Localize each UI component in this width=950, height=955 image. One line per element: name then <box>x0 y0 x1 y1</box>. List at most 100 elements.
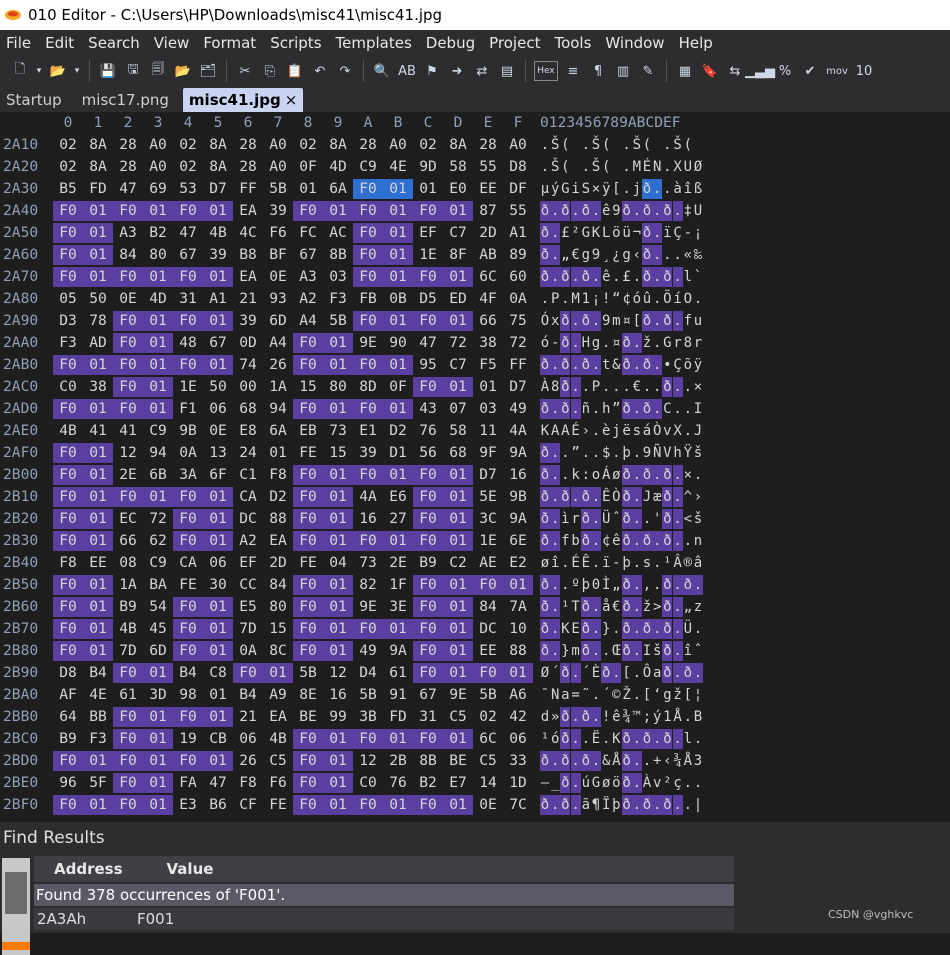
hex-byte[interactable]: 16 <box>503 465 533 485</box>
text-char[interactable]: . <box>672 795 683 815</box>
hex-byte[interactable]: 01 <box>83 597 113 617</box>
text-char[interactable]: ï <box>662 223 672 243</box>
hex-byte[interactable]: 01 <box>443 795 473 815</box>
text-char[interactable]: æ <box>652 487 662 507</box>
hex-byte[interactable]: E2 <box>503 553 533 573</box>
text-char[interactable]: ð <box>621 201 632 221</box>
text-char[interactable]: ð <box>682 575 693 595</box>
hex-byte[interactable]: 9A <box>503 443 533 463</box>
text-char[interactable] <box>611 157 621 177</box>
text-char[interactable]: ˆ <box>693 641 703 661</box>
text-char[interactable]: 9 <box>642 443 652 463</box>
hex-byte[interactable]: 30 <box>203 575 233 595</box>
text-char[interactable]: t <box>601 355 611 375</box>
hex-byte[interactable]: CB <box>203 729 233 749</box>
text-char[interactable]: . <box>672 663 683 683</box>
text-char[interactable]: . <box>591 707 601 727</box>
text-char[interactable]: . <box>693 575 703 595</box>
hex-byte[interactable]: 11 <box>473 421 503 441</box>
hex-byte[interactable]: 55 <box>503 201 533 221</box>
hex-byte[interactable]: F8 <box>263 465 293 485</box>
template-icon[interactable]: ▤ <box>497 61 517 81</box>
hex-byte[interactable]: 02 <box>53 135 83 155</box>
text-char[interactable]: ð <box>662 267 673 287</box>
hex-byte[interactable]: F0 <box>413 311 443 331</box>
hex-byte[interactable]: 01 <box>383 223 413 243</box>
text-char[interactable]: o <box>591 465 601 485</box>
open-multiple-icon[interactable]: 🗂 <box>198 61 218 81</box>
text-char[interactable]: l <box>683 729 693 749</box>
text-char[interactable]: ² <box>571 223 581 243</box>
hex-byte[interactable]: 01 <box>203 531 233 551</box>
hex-byte[interactable]: 80 <box>323 377 353 397</box>
hex-byte[interactable]: F0 <box>113 377 143 397</box>
hex-byte[interactable]: 01 <box>143 201 173 221</box>
hex-byte[interactable]: 72 <box>143 509 173 529</box>
text-char[interactable]: – <box>540 773 550 793</box>
hex-byte[interactable]: F0 <box>293 487 323 507</box>
hex-byte[interactable]: F0 <box>473 575 503 595</box>
text-char[interactable]: - <box>550 333 560 353</box>
text-char[interactable]: Š <box>591 135 601 155</box>
text-char[interactable]: š <box>652 641 662 661</box>
hex-byte[interactable]: 16 <box>353 509 383 529</box>
text-char[interactable]: » <box>550 707 560 727</box>
hex-byte[interactable]: 8E <box>293 685 323 705</box>
hex-byte[interactable]: 55 <box>473 157 503 177</box>
hex-byte[interactable]: 64 <box>53 707 83 727</box>
hex-byte[interactable]: 01 <box>263 443 293 463</box>
hex-byte[interactable]: 02 <box>473 707 503 727</box>
hex-byte[interactable]: F0 <box>53 355 83 375</box>
hex-byte[interactable]: 0D <box>233 333 263 353</box>
text-char[interactable]: ð <box>642 729 652 749</box>
hex-byte[interactable]: FF <box>503 355 533 375</box>
text-char[interactable]: ý <box>652 707 662 727</box>
hex-byte[interactable]: F0 <box>173 201 203 221</box>
hex-byte[interactable]: 0F <box>293 157 323 177</box>
text-char[interactable]: . <box>642 377 652 397</box>
hex-byte[interactable]: FE <box>173 575 203 595</box>
text-char[interactable]: . <box>611 377 621 397</box>
hex-byte[interactable]: 01 <box>83 465 113 485</box>
text-char[interactable]: ¡ <box>693 223 703 243</box>
hex-byte[interactable]: 39 <box>203 245 233 265</box>
hex-byte[interactable]: EE <box>83 553 113 573</box>
hex-byte[interactable]: 84 <box>473 597 503 617</box>
text-char[interactable]: 9 <box>611 201 621 221</box>
text-char[interactable]: . <box>631 487 642 507</box>
hex-byte[interactable]: 62 <box>143 531 173 551</box>
hex-byte[interactable]: F0 <box>293 795 323 815</box>
hex-byte[interactable]: 01 <box>83 223 113 243</box>
hex-byte[interactable]: 08 <box>113 553 143 573</box>
hex-byte[interactable]: FD <box>83 179 113 199</box>
text-char[interactable]: Š <box>591 157 601 177</box>
hex-byte[interactable]: E1 <box>353 421 383 441</box>
hex-byte[interactable]: F0 <box>413 465 443 485</box>
text-char[interactable]: . <box>642 751 652 771</box>
text-char[interactable]: ó <box>550 729 560 749</box>
hex-byte[interactable]: 50 <box>203 377 233 397</box>
hex-byte[interactable]: 01 <box>323 201 353 221</box>
copy-icon[interactable]: ⎘ <box>260 61 280 81</box>
hex-byte[interactable]: 0F <box>383 377 413 397</box>
hex-byte[interactable]: F0 <box>413 795 443 815</box>
text-char[interactable]: . <box>570 399 581 419</box>
text-char[interactable]: ð <box>580 751 591 771</box>
hex-byte[interactable]: 9D <box>413 157 443 177</box>
hex-byte[interactable]: 9B <box>503 487 533 507</box>
hex-byte[interactable]: F6 <box>263 223 293 243</box>
text-char[interactable]: . <box>652 289 662 309</box>
text-char[interactable]: ð <box>662 531 673 551</box>
hex-byte[interactable]: A9 <box>263 685 293 705</box>
text-char[interactable]: . <box>632 663 642 683</box>
hex-byte[interactable]: 72 <box>503 333 533 353</box>
hex-byte[interactable]: 5F <box>83 773 113 793</box>
hex-byte[interactable]: 3C <box>473 509 503 529</box>
hex-byte[interactable]: 38 <box>83 377 113 397</box>
text-char[interactable]: ¿ <box>611 245 621 265</box>
text-char[interactable]: . <box>652 465 663 485</box>
hex-byte[interactable]: F0 <box>413 267 443 287</box>
text-char[interactable]: . <box>570 729 581 749</box>
text-char[interactable]: . <box>632 267 642 287</box>
text-char[interactable]: . <box>570 311 581 331</box>
